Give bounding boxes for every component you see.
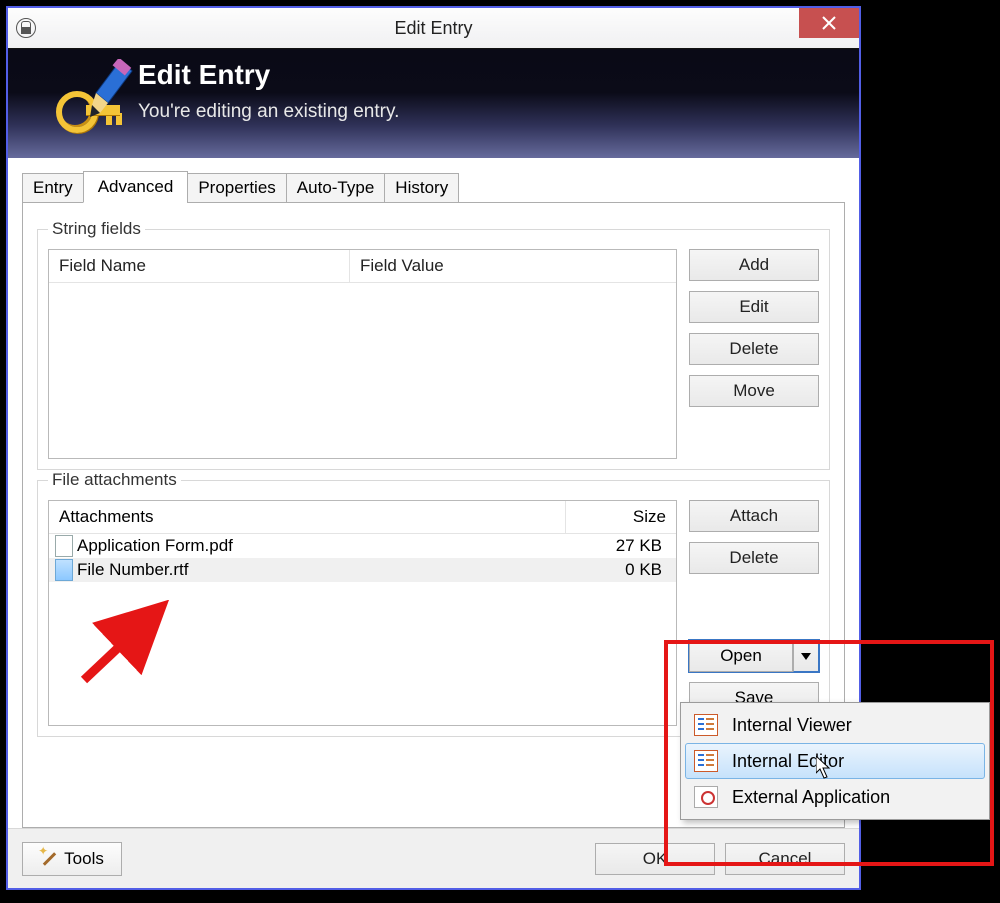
list-icon	[694, 750, 718, 772]
column-size[interactable]: Size	[566, 501, 676, 533]
tab-advanced[interactable]: Advanced	[83, 171, 189, 203]
open-menu-item[interactable]: External Application	[685, 779, 985, 815]
column-field-name[interactable]: Field Name	[49, 250, 350, 283]
attachment-size: 27 KB	[560, 536, 670, 556]
window-title: Edit Entry	[394, 18, 472, 39]
attachments-list[interactable]: Attachments Size Application Form.pdf27 …	[48, 500, 677, 726]
attachment-name: Application Form.pdf	[77, 536, 560, 556]
lock-icon	[16, 18, 36, 38]
file-attachments-legend: File attachments	[48, 470, 181, 490]
column-field-value[interactable]: Field Value	[350, 250, 676, 283]
tab-history[interactable]: History	[384, 173, 459, 203]
open-dropdown-button[interactable]	[793, 640, 819, 672]
cancel-button[interactable]: Cancel	[725, 843, 845, 875]
banner-title: Edit Entry	[138, 59, 270, 91]
file-icon	[55, 535, 73, 557]
open-menu-item[interactable]: Internal Editor	[685, 743, 985, 779]
close-icon	[822, 16, 836, 30]
string-fields-body	[49, 283, 676, 458]
string-fields-legend: String fields	[48, 219, 145, 239]
add-button[interactable]: Add	[689, 249, 819, 281]
string-fields-group: String fields Field Name Field Value Add…	[37, 219, 830, 470]
ok-button[interactable]: OK	[595, 843, 715, 875]
close-button[interactable]	[799, 8, 859, 38]
attachment-size: 0 KB	[560, 560, 670, 580]
footer: Tools OK Cancel	[8, 828, 859, 888]
open-menu-item[interactable]: Internal Viewer	[685, 707, 985, 743]
banner: Edit Entry You're editing an existing en…	[8, 48, 859, 158]
chevron-down-icon	[801, 653, 811, 660]
attachment-name: File Number.rtf	[77, 560, 560, 580]
edit-button[interactable]: Edit	[689, 291, 819, 323]
tabstrip: Entry Advanced Properties Auto-Type Hist…	[22, 172, 845, 202]
string-fields-list[interactable]: Field Name Field Value	[48, 249, 677, 459]
banner-subtitle: You're editing an existing entry.	[138, 101, 399, 123]
attach-button[interactable]: Attach	[689, 500, 819, 532]
column-attachments[interactable]: Attachments	[49, 501, 566, 533]
open-menu[interactable]: Internal Viewer Internal Editor External A…	[680, 702, 990, 820]
tools-button[interactable]: Tools	[22, 842, 122, 876]
file-attachments-group: File attachments Attachments Size Applic…	[37, 470, 830, 737]
list-icon	[694, 714, 718, 736]
open-menu-item-label: Internal Viewer	[732, 715, 852, 736]
titlebar: Edit Entry	[8, 8, 859, 48]
open-split-button[interactable]: Open	[689, 640, 819, 672]
open-menu-item-label: External Application	[732, 787, 890, 808]
move-button[interactable]: Move	[689, 375, 819, 407]
edit-entry-icon	[56, 61, 118, 123]
tools-label: Tools	[64, 849, 104, 869]
delete-button[interactable]: Delete	[689, 333, 819, 365]
cursor-icon	[816, 756, 834, 780]
tab-properties[interactable]: Properties	[187, 173, 286, 203]
file-icon	[55, 559, 73, 581]
wand-icon	[40, 850, 58, 868]
tab-entry[interactable]: Entry	[22, 173, 84, 203]
attach-delete-button[interactable]: Delete	[689, 542, 819, 574]
application-icon	[694, 786, 718, 808]
attachment-row[interactable]: Application Form.pdf27 KB	[49, 534, 676, 558]
tab-autotype[interactable]: Auto-Type	[286, 173, 386, 203]
attachment-row[interactable]: File Number.rtf0 KB	[49, 558, 676, 582]
open-button[interactable]: Open	[689, 640, 793, 672]
